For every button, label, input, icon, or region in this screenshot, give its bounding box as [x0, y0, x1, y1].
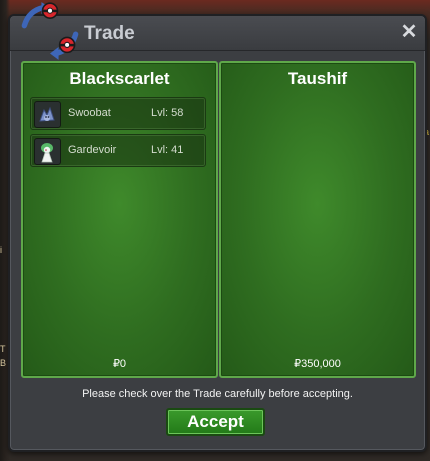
trade-notice: Please check over the Trade carefully be…	[82, 388, 353, 400]
window-title: Trade	[84, 23, 135, 44]
accept-button[interactable]: Accept	[166, 408, 265, 436]
trade-item-gardevoir[interactable]: Gardevoir Lvl: 41	[30, 134, 206, 167]
swoobat-icon	[34, 101, 61, 128]
gardevoir-icon	[34, 138, 61, 165]
offer-panel-blackscarlet: Blackscarlet Swoobat Lvl: 58 Gardevoir L…	[21, 61, 218, 378]
money-offer: ₽350,000	[294, 358, 341, 370]
background-text-fragment: i	[0, 245, 2, 255]
close-icon[interactable]: ✕	[399, 22, 419, 42]
item-level: Lvl: 58	[151, 107, 184, 119]
item-level: Lvl: 41	[151, 144, 184, 156]
player-name: Taushif	[287, 69, 348, 88]
player-name: Blackscarlet	[69, 69, 170, 88]
background-text-fragment: B	[0, 358, 7, 368]
trade-window: Trade ✕ Blackscarlet Swoobat Lvl: 58 Gar…	[8, 14, 427, 452]
money-offer: ₽0	[112, 358, 127, 370]
item-name: Swoobat	[68, 107, 111, 119]
offer-panel-taushif: Taushif ₽350,000	[219, 61, 416, 378]
trade-logo-icon	[21, 2, 79, 60]
item-name: Gardevoir	[68, 144, 117, 156]
trade-item-swoobat[interactable]: Swoobat Lvl: 58	[30, 97, 206, 130]
background-text-fragment: T	[0, 344, 6, 354]
